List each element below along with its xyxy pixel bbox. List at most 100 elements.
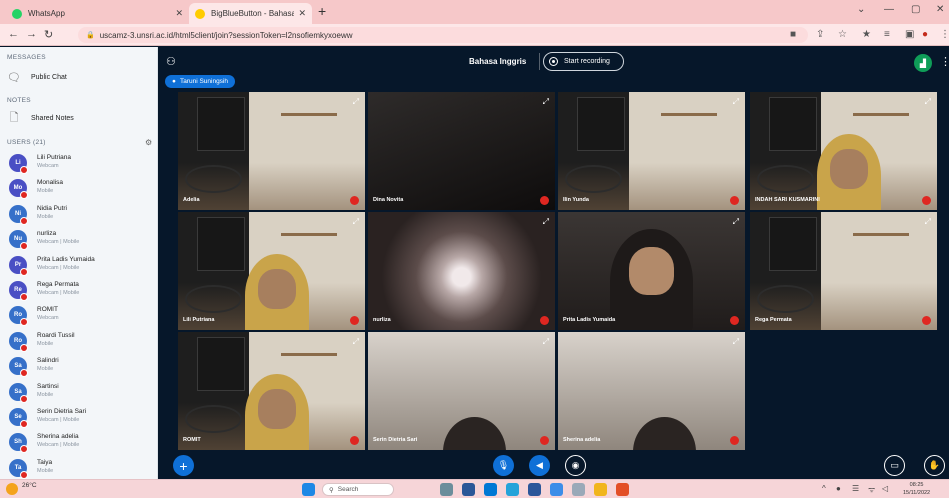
tile-background <box>576 96 626 151</box>
mute-microphone-button[interactable]: 🎙 <box>493 455 514 476</box>
maximize-button[interactable]: ▢ <box>911 4 920 15</box>
fullscreen-icon[interactable]: ⤢ <box>543 217 549 227</box>
leave-audio-button[interactable]: ◀ <box>529 455 550 476</box>
menu-lines-icon[interactable]: ≡ <box>884 29 890 40</box>
fullscreen-icon[interactable]: ⤢ <box>733 97 739 107</box>
video-tile[interactable]: ⤢ Lili Putriana <box>178 212 365 330</box>
list-item[interactable]: Sa Sartinsi Mobile <box>9 380 154 406</box>
reload-button[interactable]: ↻ <box>44 28 53 41</box>
participant-name: Serin Dietria Sari <box>373 437 418 443</box>
video-tile[interactable]: ⤢ Rega Permata <box>750 212 937 330</box>
fullscreen-icon[interactable]: ⤢ <box>925 97 931 107</box>
list-item[interactable]: Pr Prita Ladis Yumaida Webcam | Mobile <box>9 253 154 279</box>
tab-whatsapp[interactable]: WhatsApp ✕ <box>6 3 189 24</box>
tile-background <box>280 353 337 357</box>
back-button[interactable]: ← <box>8 28 19 40</box>
tile-background <box>196 96 246 151</box>
video-tile[interactable]: ⤢ INDAH SARI KUSMARINI <box>750 92 937 210</box>
share-icon[interactable]: ⇪ <box>816 29 824 40</box>
chevron-up-icon[interactable]: ^ <box>822 484 826 493</box>
sidebar-icon[interactable]: ▣ <box>905 29 914 40</box>
fullscreen-icon[interactable]: ⤢ <box>925 217 931 227</box>
presenter-badge: ● Taruni Suningsih <box>165 75 235 88</box>
weather-icon[interactable] <box>6 483 18 495</box>
users-heading: USERS (21) <box>7 139 46 146</box>
camera-app-icon[interactable] <box>572 483 585 496</box>
kebab-menu-icon[interactable]: ⋮ <box>940 29 949 40</box>
fullscreen-icon[interactable]: ⤢ <box>543 337 549 347</box>
windows-start-icon[interactable] <box>302 483 315 496</box>
video-tile[interactable]: ⤢ Adelia <box>178 92 365 210</box>
bookmark-star-icon[interactable]: ☆ <box>838 29 847 40</box>
list-item[interactable]: Sh Sherina adelia Webcam | Mobile <box>9 430 154 456</box>
users-toggle-icon[interactable]: ⚇ <box>166 55 176 68</box>
volume-icon[interactable]: ◁ <box>882 484 888 493</box>
edge-icon[interactable] <box>484 483 497 496</box>
tray-app-icon[interactable]: ● <box>836 484 841 493</box>
wifi-icon[interactable]: ᯤ <box>868 484 875 495</box>
tab-bigbluebutton[interactable]: BigBlueButton - Bahasa Ingg ✕ <box>189 3 312 24</box>
task-view-icon[interactable] <box>440 483 453 496</box>
gear-icon[interactable]: ⚙ <box>145 138 152 147</box>
list-item[interactable]: Mo Monalisa Mobile <box>9 176 154 202</box>
video-tile[interactable]: ⤢ nurliza <box>368 212 555 330</box>
close-icon[interactable]: ✕ <box>175 8 183 19</box>
note-icon: 🗋 <box>9 112 19 124</box>
share-webcam-button[interactable]: ◉ <box>565 455 586 476</box>
fullscreen-icon[interactable]: ⤢ <box>353 337 359 347</box>
camera-icon[interactable]: ■ <box>790 29 796 40</box>
muted-mic-icon <box>20 343 28 352</box>
video-tile[interactable]: ⤢ Sherina adelia <box>558 332 745 450</box>
video-tile[interactable]: ⤢ Serin Dietria Sari <box>368 332 555 450</box>
fullscreen-icon[interactable]: ⤢ <box>733 337 739 347</box>
fullscreen-icon[interactable]: ⤢ <box>543 97 549 107</box>
list-item[interactable]: Li Lili Putriana Webcam <box>9 151 154 177</box>
list-item[interactable]: Nu nurliza Webcam | Mobile <box>9 227 154 253</box>
taskbar-search[interactable]: ⚲ Search <box>322 483 394 496</box>
minimize-button[interactable]: — <box>884 4 894 15</box>
public-chat-item[interactable]: 🗨 Public Chat <box>7 71 67 84</box>
start-recording-button[interactable]: Start recording <box>543 52 624 71</box>
word-icon[interactable] <box>528 483 541 496</box>
fullscreen-icon[interactable]: ⤢ <box>353 97 359 107</box>
list-item[interactable]: Sa Salindri Mobile <box>9 354 154 380</box>
video-tile[interactable]: ⤢ ROMIT <box>178 332 365 450</box>
video-tile[interactable]: ⤢ Dina Novita <box>368 92 555 210</box>
raise-hand-button[interactable]: ✋ <box>924 455 945 476</box>
address-bar[interactable]: 🔒 uscamz-3.unsri.ac.id/html5client/join?… <box>78 27 808 43</box>
profile-icon[interactable]: ● <box>922 29 928 40</box>
chrome-icon[interactable] <box>506 483 519 496</box>
forward-button[interactable]: → <box>26 28 37 40</box>
close-window-button[interactable]: ✕ <box>936 4 944 15</box>
video-tile[interactable]: ⤢ Ilin Yunda <box>558 92 745 210</box>
list-item[interactable]: Ro Roardi Tussil Mobile <box>9 329 154 355</box>
list-item[interactable]: Ni Nidia Putri Mobile <box>9 202 154 228</box>
store-icon[interactable] <box>616 483 629 496</box>
folder-icon[interactable] <box>594 483 607 496</box>
clock[interactable]: 08:25 15/11/2022 <box>903 481 930 497</box>
connection-status-icon[interactable]: ▟ <box>914 54 932 72</box>
list-item[interactable]: Ta Taiya Mobile <box>9 456 154 479</box>
close-icon[interactable]: ✕ <box>298 8 306 19</box>
chevron-down-icon[interactable]: ⌄ <box>857 4 865 15</box>
muted-mic-icon <box>20 394 28 403</box>
list-item[interactable]: Re Rega Permata Webcam | Mobile <box>9 278 154 304</box>
shared-notes-item[interactable]: 🗋 Shared Notes <box>7 112 74 125</box>
fullscreen-icon[interactable]: ⤢ <box>733 217 739 227</box>
kebab-menu-icon[interactable]: ⋮ <box>940 55 949 68</box>
record-label: Start recording <box>564 58 610 65</box>
presentation-toggle-button[interactable]: ▭ <box>884 455 905 476</box>
extension-icon[interactable]: ★ <box>862 29 871 40</box>
list-item[interactable]: Se Serin Dietria Sari Webcam | Mobile <box>9 405 154 431</box>
app-icon[interactable] <box>550 483 563 496</box>
fullscreen-icon[interactable]: ⤢ <box>353 217 359 227</box>
address-toolbar: ← → ↻ 🔒 uscamz-3.unsri.ac.id/html5client… <box>0 24 949 46</box>
new-tab-button[interactable]: + <box>318 3 326 19</box>
tile-background <box>852 113 909 117</box>
actions-plus-button[interactable]: + <box>173 455 194 476</box>
list-item[interactable]: Ro ROMIT Webcam <box>9 303 154 329</box>
video-tile[interactable]: ⤢ Prita Ladis Yumaida <box>558 212 745 330</box>
user-status: Webcam <box>37 315 59 322</box>
network-icon[interactable]: ☰ <box>852 484 859 493</box>
file-explorer-icon[interactable] <box>462 483 475 496</box>
